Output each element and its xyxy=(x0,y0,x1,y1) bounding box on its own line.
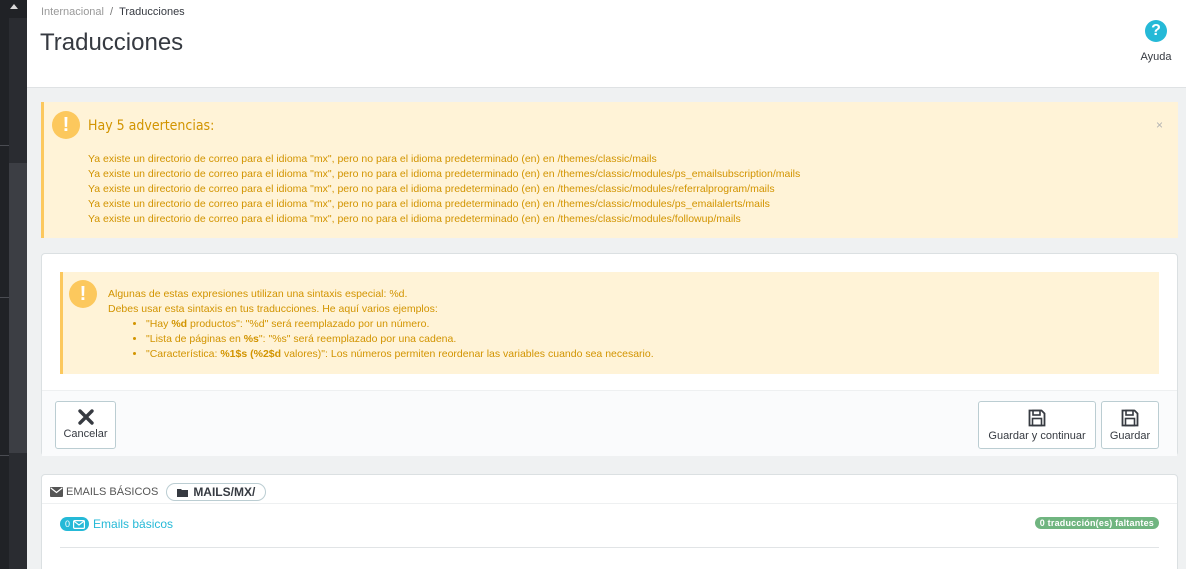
warnings-alert: ! Hay 5 advertencias: × Ya existe un dir… xyxy=(41,102,1178,238)
help-button[interactable]: ? Ayuda xyxy=(1136,20,1176,63)
emails-basic-label: Emails básicos xyxy=(93,517,174,531)
alert-message-list: Ya existe un directorio de correo para e… xyxy=(88,152,800,227)
sidebar-divider xyxy=(0,455,9,456)
folder-icon xyxy=(177,488,189,497)
floppy-disk-icon xyxy=(1028,409,1046,427)
help-label: Ayuda xyxy=(1140,51,1172,63)
panel-divider xyxy=(42,503,1177,504)
scroll-up-arrow-icon[interactable] xyxy=(10,4,18,9)
save-and-continue-label: Guardar y continuar xyxy=(988,430,1086,442)
example-text: ": "%s" será reemplazado por una cadena. xyxy=(258,333,457,345)
syntax-info-text: Algunas de estas expresiones utilizan un… xyxy=(108,287,654,362)
emails-panel-heading: EMAILS BÁSICOS MAILS/MX/ xyxy=(50,481,267,503)
save-label: Guardar xyxy=(1109,430,1151,442)
panel-footer-toolbar: Cancelar Guardar y continuar Guardar xyxy=(42,390,1177,456)
alert-message: Ya existe un directorio de correo para e… xyxy=(88,198,770,210)
alert-message: Ya existe un directorio de correo para e… xyxy=(88,153,657,165)
emails-basic-toggle[interactable]: 0 Emails básicos xyxy=(60,517,173,531)
syntax-examples: "Hay %d productos": "%d" será reemplazad… xyxy=(146,317,654,362)
close-icon xyxy=(77,409,94,425)
save-and-continue-button[interactable]: Guardar y continuar xyxy=(978,401,1096,449)
alert-message: Ya existe un directorio de correo para e… xyxy=(88,183,775,195)
missing-translations-badge: 0 traducción(es) faltantes xyxy=(1034,517,1159,529)
example-text: productos": "%d" será reemplazado por un… xyxy=(187,318,430,330)
alert-message: Ya existe un directorio de correo para e… xyxy=(88,168,801,180)
syntax-example: "Hay %d productos": "%d" será reemplazad… xyxy=(146,317,654,332)
warning-icon: ! xyxy=(52,111,80,139)
syntax-example: "Lista de páginas en %s": "%s" será reem… xyxy=(146,332,654,347)
alert-message: Ya existe un directorio de correo para e… xyxy=(88,213,741,225)
floppy-disk-icon xyxy=(1121,409,1139,427)
cancel-button[interactable]: Cancelar xyxy=(55,401,116,449)
section-divider xyxy=(60,547,1159,548)
translation-form-panel: ! Algunas de estas expresiones utilizan … xyxy=(41,253,1178,456)
breadcrumb-current: Traducciones xyxy=(119,6,185,18)
count-badge: 0 xyxy=(60,517,90,531)
emails-heading-label: EMAILS BÁSICOS xyxy=(66,486,159,498)
example-text: valores)": Los números permiten reordena… xyxy=(281,348,654,360)
syntax-example: "Característica: %1$s (%2$d valores)": L… xyxy=(146,347,654,362)
emails-panel: EMAILS BÁSICOS MAILS/MX/ 0 Emails básico… xyxy=(41,474,1178,569)
warning-icon: ! xyxy=(69,280,97,308)
page-header: Internacional / Traducciones Traducciones … xyxy=(27,0,1186,88)
cancel-label: Cancelar xyxy=(63,428,108,440)
sidebar-edge xyxy=(0,0,27,569)
page-title: Traducciones xyxy=(40,29,184,56)
example-code: %1$s (%2$d xyxy=(220,348,282,360)
envelope-icon xyxy=(50,487,63,497)
info-line: Debes usar esta sintaxis en tus traducci… xyxy=(108,303,438,315)
scrollbar-thumb[interactable] xyxy=(9,163,27,453)
breadcrumb-separator: / xyxy=(110,6,114,18)
syntax-info-alert: ! Algunas de estas expresiones utilizan … xyxy=(60,272,1159,374)
save-button[interactable]: Guardar xyxy=(1101,401,1159,449)
example-text: "Característica: xyxy=(146,348,221,360)
breadcrumb-parent-link[interactable]: Internacional xyxy=(41,6,104,18)
example-code: %d xyxy=(171,318,188,330)
sidebar-divider xyxy=(0,297,9,298)
close-icon[interactable]: × xyxy=(1156,118,1163,132)
envelope-outline-icon xyxy=(73,519,86,529)
sidebar-divider xyxy=(0,145,9,146)
info-line: Algunas de estas expresiones utilizan un… xyxy=(108,288,408,300)
example-text: "Hay xyxy=(146,318,172,330)
mail-folder-path: MAILS/MX/ xyxy=(193,485,256,499)
example-code: %s xyxy=(243,333,259,345)
alert-title: Hay 5 advertencias: xyxy=(88,118,215,134)
example-text: "Lista de páginas en xyxy=(146,333,244,345)
count-value: 0 xyxy=(65,519,71,529)
mail-folder-pill: MAILS/MX/ xyxy=(166,483,267,501)
question-circle-icon: ? xyxy=(1145,20,1167,42)
breadcrumb: Internacional / Traducciones xyxy=(41,6,185,18)
